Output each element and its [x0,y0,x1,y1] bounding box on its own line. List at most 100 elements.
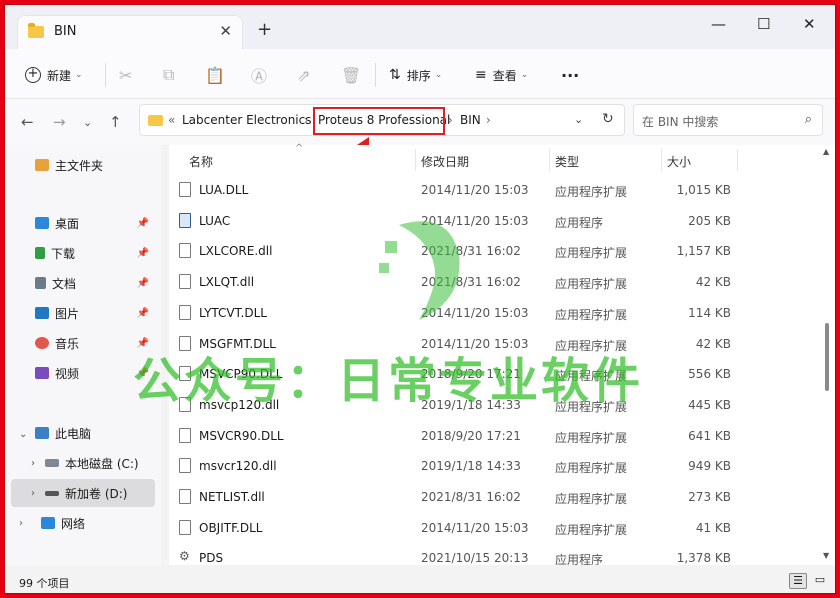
command-bar: + 新建 ⌄ ✂ ⧉ 📋 Ⓐ ⇗ 🗑 ⇅ 排序 ⌄ ≡ 查看 ⌄ ··· [5,49,835,99]
table-row[interactable]: MSGFMT.DLL 2014/11/20 15:03 应用程序扩展 42 KB [169,329,817,359]
paste-icon[interactable]: 📋 [205,63,225,87]
new-button[interactable]: + 新建 ⌄ [25,63,83,87]
file-name: NETLIST.dll [199,490,265,504]
download-icon [35,247,45,259]
new-tab-button[interactable]: + [257,19,272,40]
sidebar-item-home[interactable]: 主文件夹 [35,151,185,179]
dll-file-icon [179,304,191,320]
share-icon[interactable]: ⇗ [297,63,310,87]
dll-file-icon [179,458,191,474]
file-type: 应用程序扩展 [555,430,628,445]
file-type: 应用程序扩展 [555,338,628,353]
highlight-box [313,107,445,135]
close-button[interactable]: ✕ [803,15,816,33]
sidebar-item-label: 网络 [61,516,86,531]
table-row[interactable]: LUAC 2014/11/20 15:03 应用程序 205 KB [169,206,817,236]
view-button[interactable]: ≡ 查看 ⌄ [475,63,528,87]
cut-icon[interactable]: ✂ [119,63,132,87]
table-row[interactable]: NETLIST.dll 2021/8/31 16:02 应用程序扩展 273 KB [169,482,817,512]
refresh-icon[interactable]: ↻ [602,111,614,127]
sidebar-item-network[interactable]: 网络 [41,509,155,537]
sidebar-item-videos[interactable]: 视频 📌 [35,359,155,387]
sidebar-item-label: 图片 [55,306,80,321]
table-row[interactable]: LXLQT.dll 2021/8/31 16:02 应用程序扩展 42 KB [169,267,817,297]
table-row[interactable]: OBJITF.DLL 2014/11/20 15:03 应用程序扩展 41 KB [169,513,817,543]
sidebar-item-label: 视频 [55,366,80,381]
column-header-size[interactable]: 大小 [667,153,691,170]
breadcrumb-overflow[interactable]: « [168,113,175,127]
details-view-icon[interactable]: ☰ [789,573,807,589]
title-bar: BIN ✕ + — ☐ ✕ [5,5,835,49]
recent-chevron-icon[interactable]: ⌄ [83,116,92,129]
sort-label: 排序 [406,68,431,83]
column-header-date[interactable]: 修改日期 [421,153,469,170]
sidebar-item-this-pc[interactable]: 此电脑 [35,419,155,447]
chevron-right-icon[interactable]: › [19,518,23,529]
rename-icon[interactable]: Ⓐ [251,63,267,87]
dll-file-icon [179,519,191,535]
sidebar-item-label: 新加卷 (D:) [65,486,128,501]
file-date: 2018/9/20 17:21 [421,367,521,382]
vertical-scrollbar[interactable]: ▲ ▼ [817,145,835,565]
breadcrumb-labcenter[interactable]: Labcenter Electronics [182,113,311,127]
sidebar-item-music[interactable]: 音乐 📌 [35,329,155,357]
file-date: 2018/9/20 17:21 [421,428,521,443]
computer-icon [35,427,49,439]
table-row[interactable]: msvcr120.dll 2019/1/18 14:33 应用程序扩展 949 KB [169,451,817,481]
new-label: 新建 [47,68,72,83]
table-row[interactable]: LYTCVT.DLL 2014/11/20 15:03 应用程序扩展 114 KB [169,298,817,328]
delete-icon[interactable]: 🗑 [341,63,361,87]
table-row[interactable]: LUA.DLL 2014/11/20 15:03 应用程序扩展 1,015 KB [169,175,817,205]
forward-icon[interactable]: → [53,113,66,131]
sort-button[interactable]: ⇅ 排序 ⌄ [389,63,442,87]
table-row[interactable]: MSVCR90.DLL 2018/9/20 17:21 应用程序扩展 641 KB [169,421,817,451]
pin-icon: 📌 [136,307,149,319]
table-row[interactable]: msvcp120.dll 2019/1/18 14:33 应用程序扩展 445 KB [169,390,817,420]
file-type: 应用程序扩展 [555,307,628,322]
address-dropdown-icon[interactable]: ⌄ [574,113,583,126]
column-header-type[interactable]: 类型 [555,153,579,170]
minimize-button[interactable]: — [711,15,726,33]
tab-close-button[interactable]: ✕ [219,22,232,40]
scrollbar-thumb[interactable] [825,323,829,391]
search-icon: ⌕ [804,112,812,127]
network-icon [41,517,55,529]
chevron-right-icon: › [486,113,491,127]
search-input[interactable]: 在 BIN 中搜索 [642,113,718,130]
sidebar-item-drive-c[interactable]: 本地磁盘 (C:) [45,449,155,477]
column-divider[interactable] [661,149,662,171]
file-list: 名称 ^ 修改日期 类型 大小 LUA.DLL 2014/11/20 15:03 应… [169,143,817,567]
file-date: 2019/1/18 14:33 [421,459,521,474]
tiles-view-icon[interactable]: ▭ [811,573,829,589]
search-box[interactable]: 在 BIN 中搜索 ⌕ [633,104,823,136]
column-divider[interactable] [415,149,416,171]
sidebar-item-desktop[interactable]: 桌面 📌 [35,209,155,237]
table-row[interactable]: MSVCP90.DLL 2018/9/20 17:21 应用程序扩展 556 KB [169,359,817,389]
scroll-up-icon[interactable]: ▲ [823,147,829,156]
tab-bin[interactable]: BIN ✕ [17,15,243,49]
divider [105,63,106,87]
folder-icon [28,23,44,38]
expand-chevron-icon[interactable]: ⌄ [19,429,27,440]
maximize-button[interactable]: ☐ [757,15,770,33]
more-button[interactable]: ··· [561,63,579,87]
column-divider[interactable] [737,149,738,171]
file-type: 应用程序扩展 [555,492,628,506]
sidebar-item-label: 此电脑 [55,426,92,441]
chevron-down-icon: ⌄ [520,70,529,80]
sidebar-item-downloads[interactable]: 下载 📌 [35,239,155,267]
watermark-logo [379,221,460,320]
up-icon[interactable]: ↑ [109,113,122,131]
sidebar-item-pictures[interactable]: 图片 📌 [35,299,155,327]
column-divider[interactable] [549,149,550,171]
breadcrumb-bin[interactable]: BIN [460,113,481,127]
back-icon[interactable]: ← [21,113,34,131]
chevron-right-icon[interactable]: › [31,488,35,499]
column-header-name[interactable]: 名称 [189,153,213,170]
sidebar-item-documents[interactable]: 文档 📌 [35,269,155,297]
copy-icon[interactable]: ⧉ [163,63,174,87]
scroll-down-icon[interactable]: ▼ [823,551,829,560]
explorer-window: BIN ✕ + — ☐ ✕ + 新建 ⌄ ✂ ⧉ 📋 Ⓐ ⇗ 🗑 ⇅ 排序 ⌄ … [4,4,836,594]
table-row[interactable]: LXLCORE.dll 2021/8/31 16:02 应用程序扩展 1,157 KB [169,236,817,266]
chevron-right-icon[interactable]: › [31,458,35,469]
